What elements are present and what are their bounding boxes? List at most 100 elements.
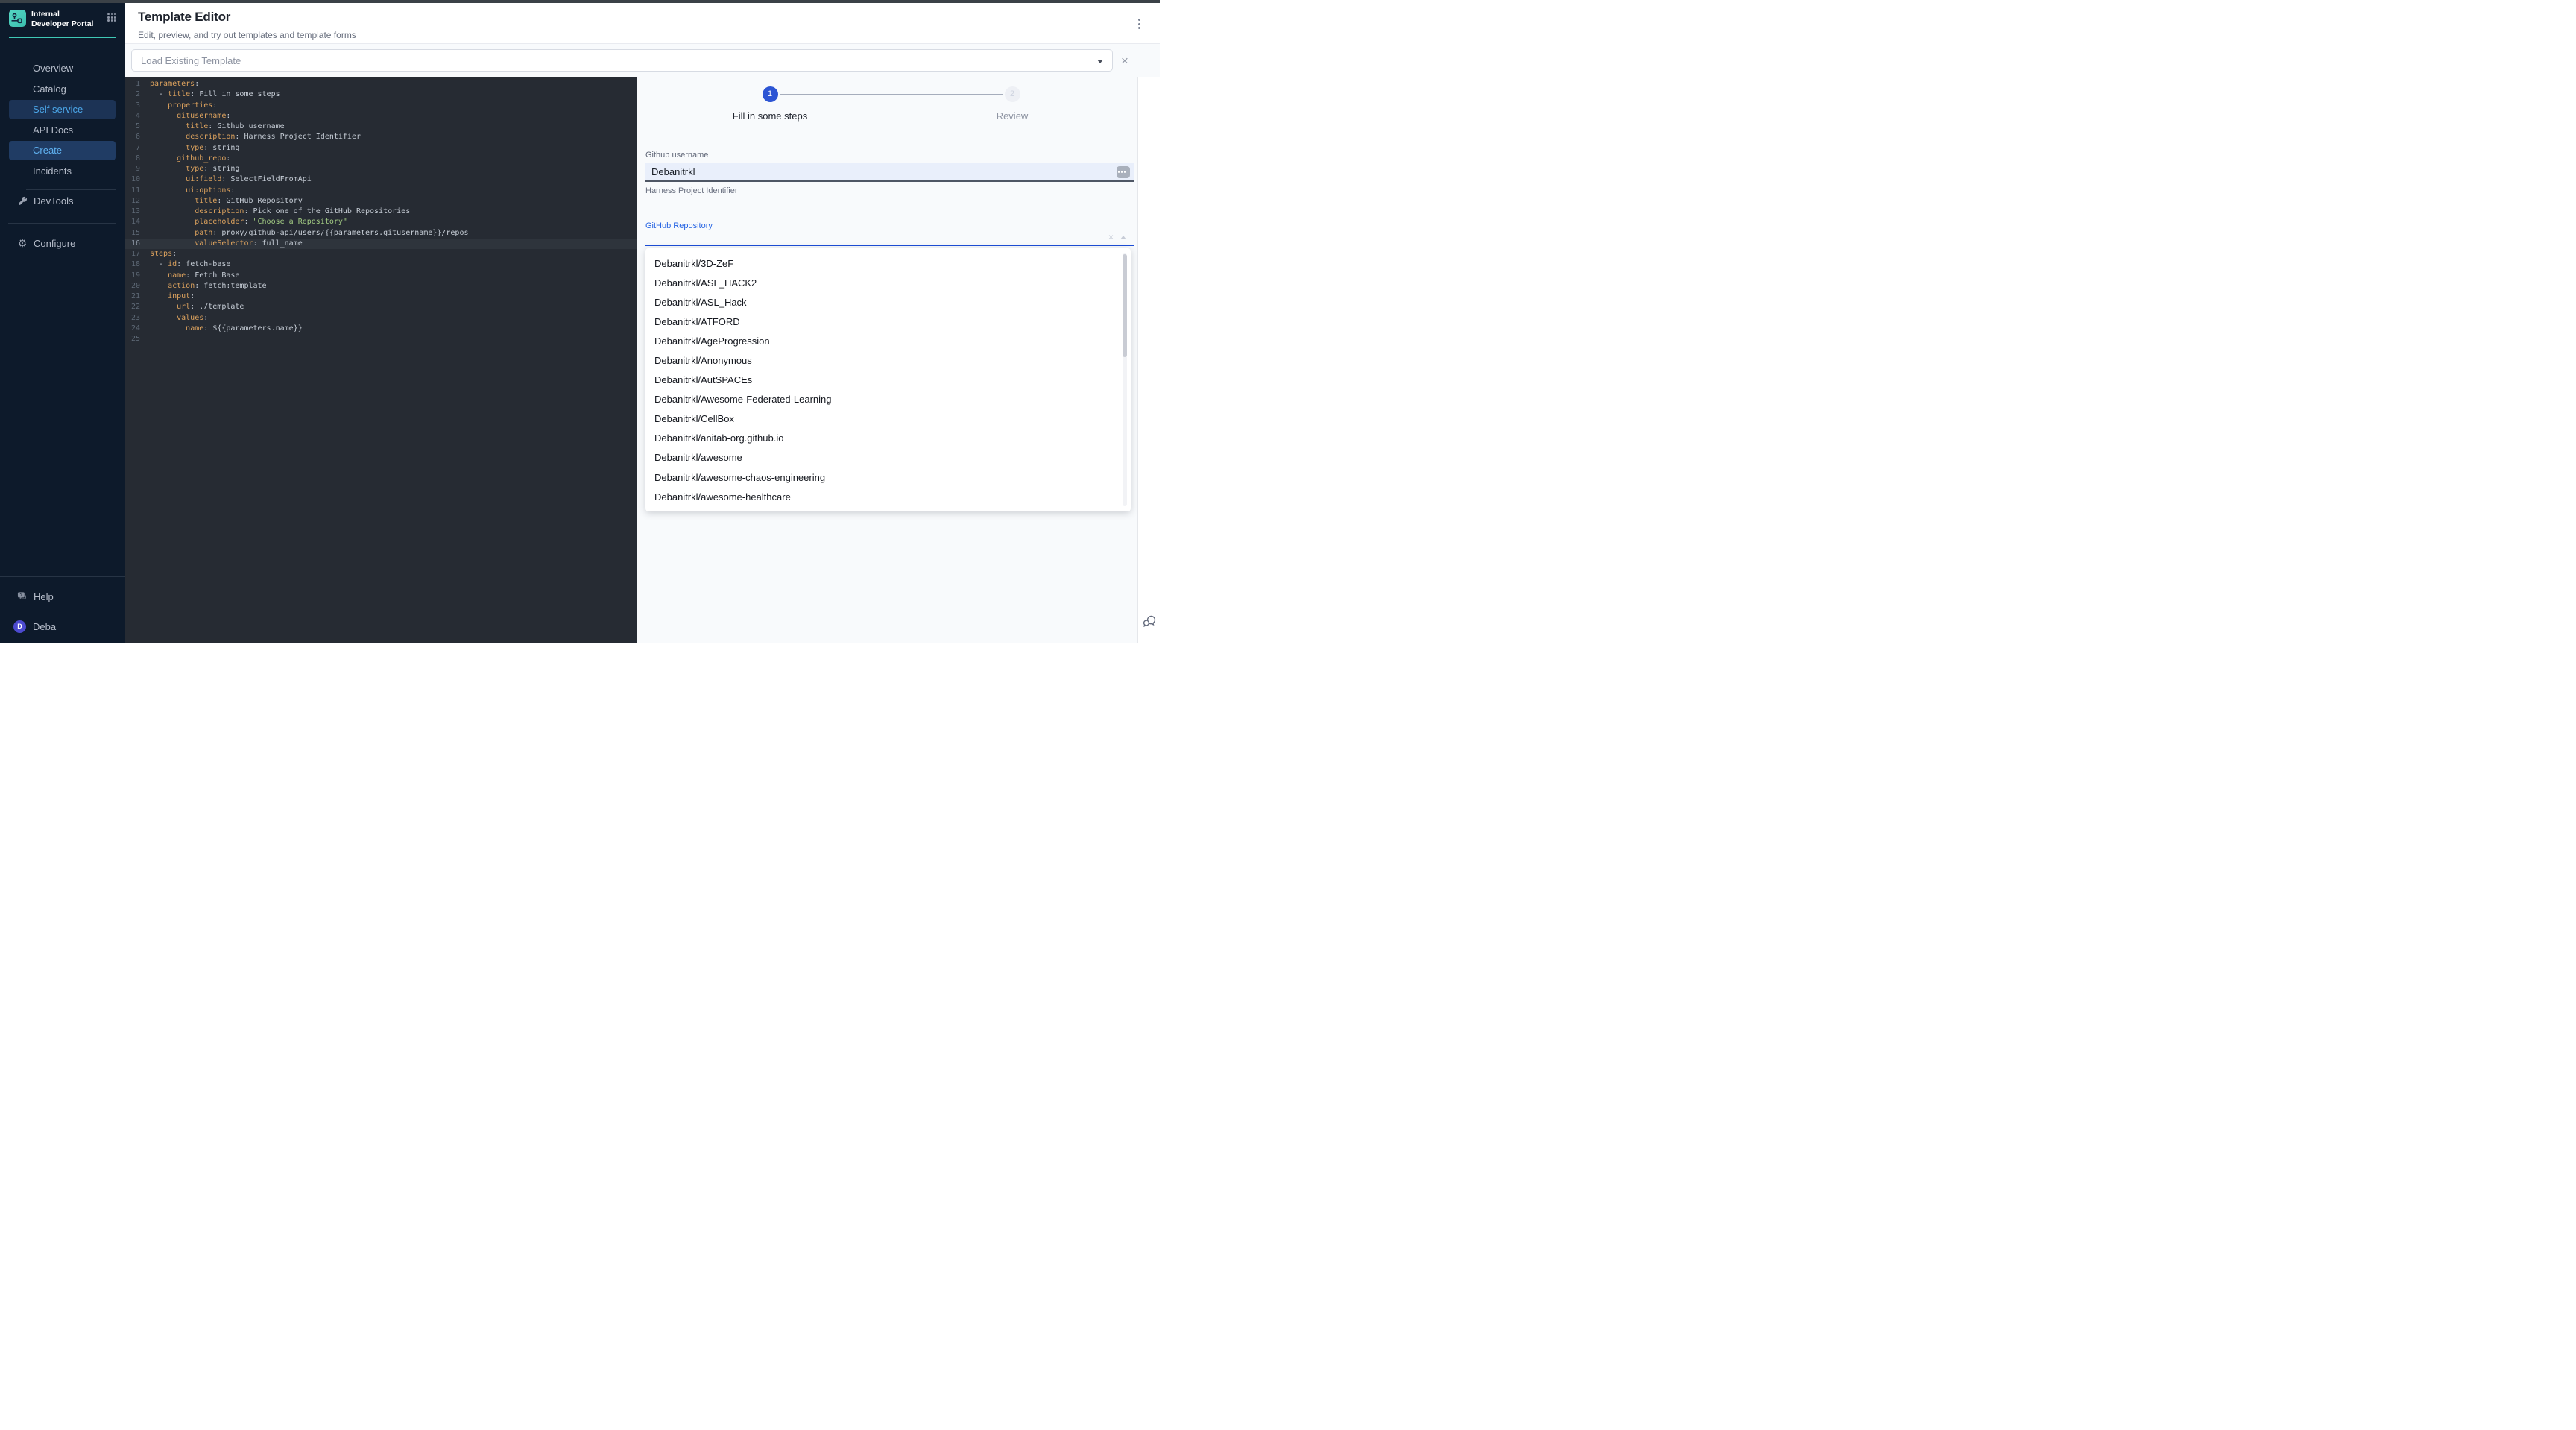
code-line[interactable]: 4 gitusername: [125,111,637,122]
sidebar-item-help[interactable]: ? Help [0,587,125,606]
close-icon[interactable]: × [1121,54,1128,67]
sidebar-item-catalog[interactable]: Catalog [9,79,116,98]
code-line[interactable]: 11 ui:options: [125,186,637,196]
code-text: name: ${{parameters.name}} [150,324,303,334]
autofill-icon[interactable] [1117,166,1130,178]
sidebar-user[interactable]: D Deba [0,617,125,636]
repo-option[interactable]: Debanitrkl/3D-ZeF [645,253,1131,273]
code-editor[interactable]: 1 parameters:2 - title: Fill in some step… [125,77,637,643]
line-number: 20 [125,281,140,292]
code-line[interactable]: 13 description: Pick one of the GitHub R… [125,207,637,217]
line-number: 8 [125,154,140,164]
line-number: 9 [125,164,140,174]
sidebar-item-self-service[interactable]: Self service [9,100,116,119]
code-line[interactable]: 7 type: string [125,143,637,154]
repo-option[interactable]: Debanitrkl/Awesome-Federated-Learning [645,390,1131,409]
step-1-indicator[interactable]: 1 [763,86,778,102]
code-line[interactable]: 25 [125,334,637,344]
code-line[interactable]: 20 action: fetch:template [125,281,637,292]
template-form: Github username Debanitrkl Harness Proje… [645,151,1134,511]
code-text: properties: [150,101,217,111]
sidebar-item-label: DevTools [34,195,73,207]
sidebar-item-configure[interactable]: ⚙ Configure [0,233,125,253]
app-grid-icon[interactable] [107,13,117,23]
sidebar-item-incidents[interactable]: Incidents [9,161,116,180]
code-text: valueSelector: full_name [150,239,303,249]
code-line[interactable]: 12 title: GitHub Repository [125,196,637,207]
step-2-indicator[interactable]: 2 [1005,86,1020,102]
code-text: url: ./template [150,302,244,312]
code-text: parameters: [150,79,199,89]
code-line[interactable]: 9 type: string [125,164,637,174]
github-repository-select[interactable]: × [645,230,1134,246]
line-number: 1 [125,79,140,89]
help-chat-icon: ? [17,591,28,602]
clear-icon[interactable]: × [1108,232,1114,242]
repo-option[interactable]: Debanitrkl/awesome-chaos-engineering [645,467,1131,487]
code-line[interactable]: 6 description: Harness Project Identifie… [125,132,637,142]
code-line[interactable]: 5 title: Github username [125,122,637,132]
code-line[interactable]: 17steps: [125,249,637,259]
load-template-select[interactable]: Load Existing Template [131,49,1113,72]
code-line[interactable]: 23 values: [125,313,637,324]
line-number: 13 [125,207,140,217]
code-line[interactable]: 22 url: ./template [125,302,637,312]
code-line[interactable]: 10 ui:field: SelectFieldFromApi [125,174,637,185]
repository-dropdown-menu: Debanitrkl/3D-ZeFDebanitrkl/ASL_HACK2Deb… [645,248,1131,511]
dropdown-scrollbar[interactable] [1123,253,1127,506]
repo-option[interactable]: Debanitrkl/Anonymous [645,350,1131,370]
code-line[interactable]: 16 valueSelector: full_name [125,239,637,249]
page-subtitle: Edit, preview, and try out templates and… [138,30,1160,40]
line-number: 25 [125,334,140,344]
repo-option[interactable]: Debanitrkl/ATFORD [645,312,1131,331]
gear-icon: ⚙ [17,238,28,248]
line-number: 2 [125,89,140,100]
code-line[interactable]: 24 name: ${{parameters.name}} [125,324,637,334]
sidebar-item-overview[interactable]: Overview [9,59,116,78]
code-text: ui:options: [150,186,235,196]
code-line[interactable]: 2 - title: Fill in some steps [125,89,637,100]
github-username-field: Github username Debanitrkl Harness Proje… [645,151,1134,195]
code-text: name: Fetch Base [150,271,239,281]
page-title: Template Editor [138,10,1160,25]
github-username-input[interactable]: Debanitrkl [645,163,1134,182]
github-username-helper: Harness Project Identifier [645,186,1134,195]
code-line[interactable]: 14 placeholder: "Choose a Repository" [125,217,637,227]
wizard-stepper: 1 2 Fill in some steps Review [637,85,1137,137]
repo-option[interactable]: Debanitrkl/anitab-org.github.io [645,429,1131,448]
kebab-menu-icon[interactable] [1134,16,1144,31]
sidebar-logo[interactable]: Internal Developer Portal [0,3,125,29]
step-2-label: Review [997,110,1029,122]
chevron-up-icon[interactable] [1120,236,1126,239]
sidebar-divider [0,576,125,577]
sidebar-item-label: Help [34,591,54,602]
sidebar-item-api-docs[interactable]: API Docs [9,120,116,139]
code-line[interactable]: 3 properties: [125,101,637,111]
repo-option[interactable]: Debanitrkl/awesome-healthcare [645,487,1131,506]
sidebar-divider [8,223,116,224]
line-number: 11 [125,186,140,196]
sidebar: Internal Developer Portal OverviewCatalo… [0,3,125,643]
code-text: placeholder: "Choose a Repository" [150,217,347,227]
chat-bubbles-icon[interactable] [1141,613,1158,631]
sidebar-item-label: Configure [34,238,75,249]
repo-option[interactable]: Debanitrkl/AutSPACEs [645,371,1131,390]
sidebar-item-create[interactable]: Create [9,141,116,160]
repo-option[interactable]: Debanitrkl/awesome [645,448,1131,467]
repo-option[interactable]: Debanitrkl/ASL_Hack [645,292,1131,312]
repo-option[interactable]: Debanitrkl/CellBox [645,409,1131,429]
code-text: type: string [150,143,239,154]
code-line[interactable]: 1 parameters: [125,79,637,89]
code-line[interactable]: 21 input: [125,292,637,302]
repo-option[interactable]: Debanitrkl/ASL_HACK2 [645,273,1131,292]
line-number: 24 [125,324,140,334]
repo-option[interactable]: Debanitrkl/AgeProgression [645,331,1131,350]
line-number: 17 [125,249,140,259]
code-line[interactable]: 19 name: Fetch Base [125,271,637,281]
user-name: Deba [33,621,56,632]
code-line[interactable]: 8 github_repo: [125,154,637,164]
scrollbar-thumb[interactable] [1123,254,1127,357]
code-line[interactable]: 18 - id: fetch-base [125,259,637,270]
sidebar-item-devtools[interactable]: DevTools [0,191,125,210]
code-line[interactable]: 15 path: proxy/github-api/users/{{parame… [125,228,637,239]
